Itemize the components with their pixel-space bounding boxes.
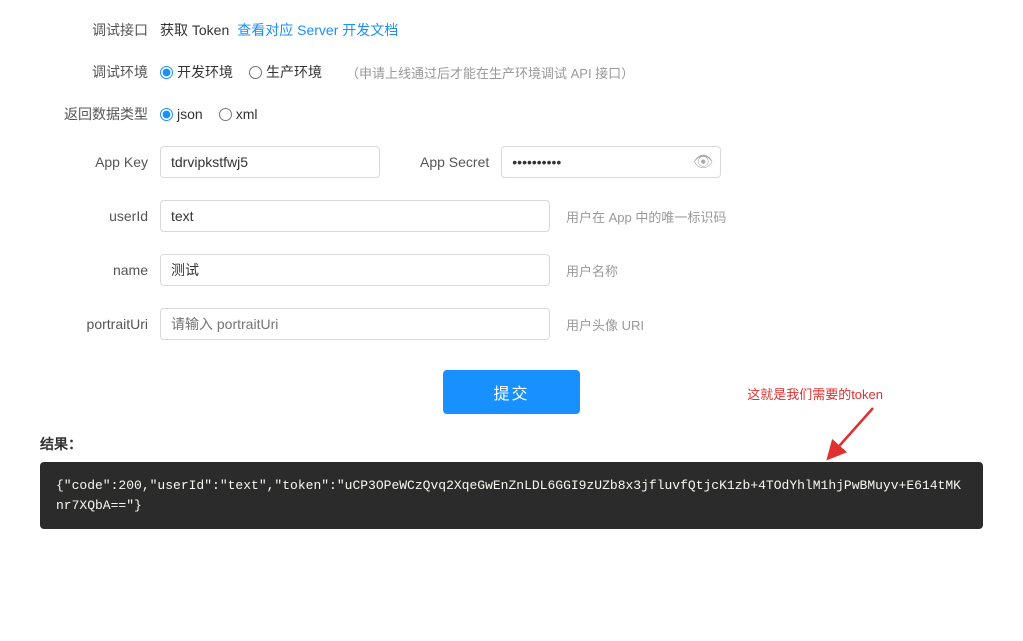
userid-row: userId 用户在 App 中的唯一标识码: [40, 200, 983, 232]
name-hint: 用户名称: [566, 261, 618, 280]
return-type-label: 返回数据类型: [40, 104, 160, 124]
json-radio[interactable]: [160, 108, 173, 121]
app-credentials-row: App Key App Secret 👁: [40, 146, 983, 178]
submit-button[interactable]: 提交: [443, 370, 579, 414]
app-secret-input-wrap: 👁: [501, 146, 721, 178]
debug-interface-label: 调试接口: [40, 20, 160, 40]
param-rows: userId 用户在 App 中的唯一标识码 name 用户名称 portrai…: [40, 200, 983, 340]
userid-input[interactable]: [160, 200, 550, 232]
name-row: name 用户名称: [40, 254, 983, 286]
dev-env-radio[interactable]: [160, 66, 173, 79]
dev-env-option[interactable]: 开发环境: [160, 62, 233, 82]
json-label: json: [177, 106, 203, 122]
prod-env-option[interactable]: 生产环境: [249, 62, 322, 82]
prod-env-hint: （申请上线通过后才能在生产环境调试 API 接口）: [346, 63, 634, 82]
annotation-container: 这就是我们需要的token: [747, 384, 883, 463]
result-section: 这就是我们需要的token 结果： {"code":200,"userId":"…: [40, 434, 983, 529]
env-radio-group: 开发环境 生产环境 （申请上线通过后才能在生产环境调试 API 接口）: [160, 62, 634, 82]
dev-env-label: 开发环境: [177, 62, 233, 82]
result-box: {"code":200,"userId":"text","token":"uCP…: [40, 462, 983, 529]
app-secret-label: App Secret: [420, 154, 489, 170]
eye-icon[interactable]: 👁: [693, 152, 713, 172]
xml-label: xml: [236, 106, 258, 122]
portrait-uri-row: portraitUri 用户头像 URI: [40, 308, 983, 340]
server-doc-link[interactable]: 查看对应 Server 开发文档: [237, 20, 398, 40]
debug-interface-row: 调试接口 获取 Token 查看对应 Server 开发文档: [40, 20, 983, 40]
return-type-row: 返回数据类型 json xml: [40, 104, 983, 124]
get-token-label: 获取 Token: [160, 20, 229, 40]
app-secret-wrapper: App Secret 👁: [420, 146, 721, 178]
app-key-label: App Key: [40, 154, 160, 170]
return-type-radio-group: json xml: [160, 106, 257, 122]
app-key-input[interactable]: [160, 146, 380, 178]
userid-label: userId: [40, 208, 160, 224]
annotation-text: 这就是我们需要的token: [747, 387, 883, 402]
arrow-icon: [823, 403, 883, 463]
prod-env-label: 生产环境: [266, 62, 322, 82]
prod-env-radio[interactable]: [249, 66, 262, 79]
userid-hint: 用户在 App 中的唯一标识码: [566, 207, 726, 226]
name-input[interactable]: [160, 254, 550, 286]
debug-env-label: 调试环境: [40, 62, 160, 82]
xml-option[interactable]: xml: [219, 106, 258, 122]
portrait-uri-input[interactable]: [160, 308, 550, 340]
xml-radio[interactable]: [219, 108, 232, 121]
portrait-uri-hint: 用户头像 URI: [566, 315, 644, 334]
name-label: name: [40, 262, 160, 278]
portrait-uri-label: portraitUri: [40, 316, 160, 332]
app-secret-input[interactable]: [501, 146, 721, 178]
debug-env-row: 调试环境 开发环境 生产环境 （申请上线通过后才能在生产环境调试 API 接口）: [40, 62, 983, 82]
json-option[interactable]: json: [160, 106, 203, 122]
